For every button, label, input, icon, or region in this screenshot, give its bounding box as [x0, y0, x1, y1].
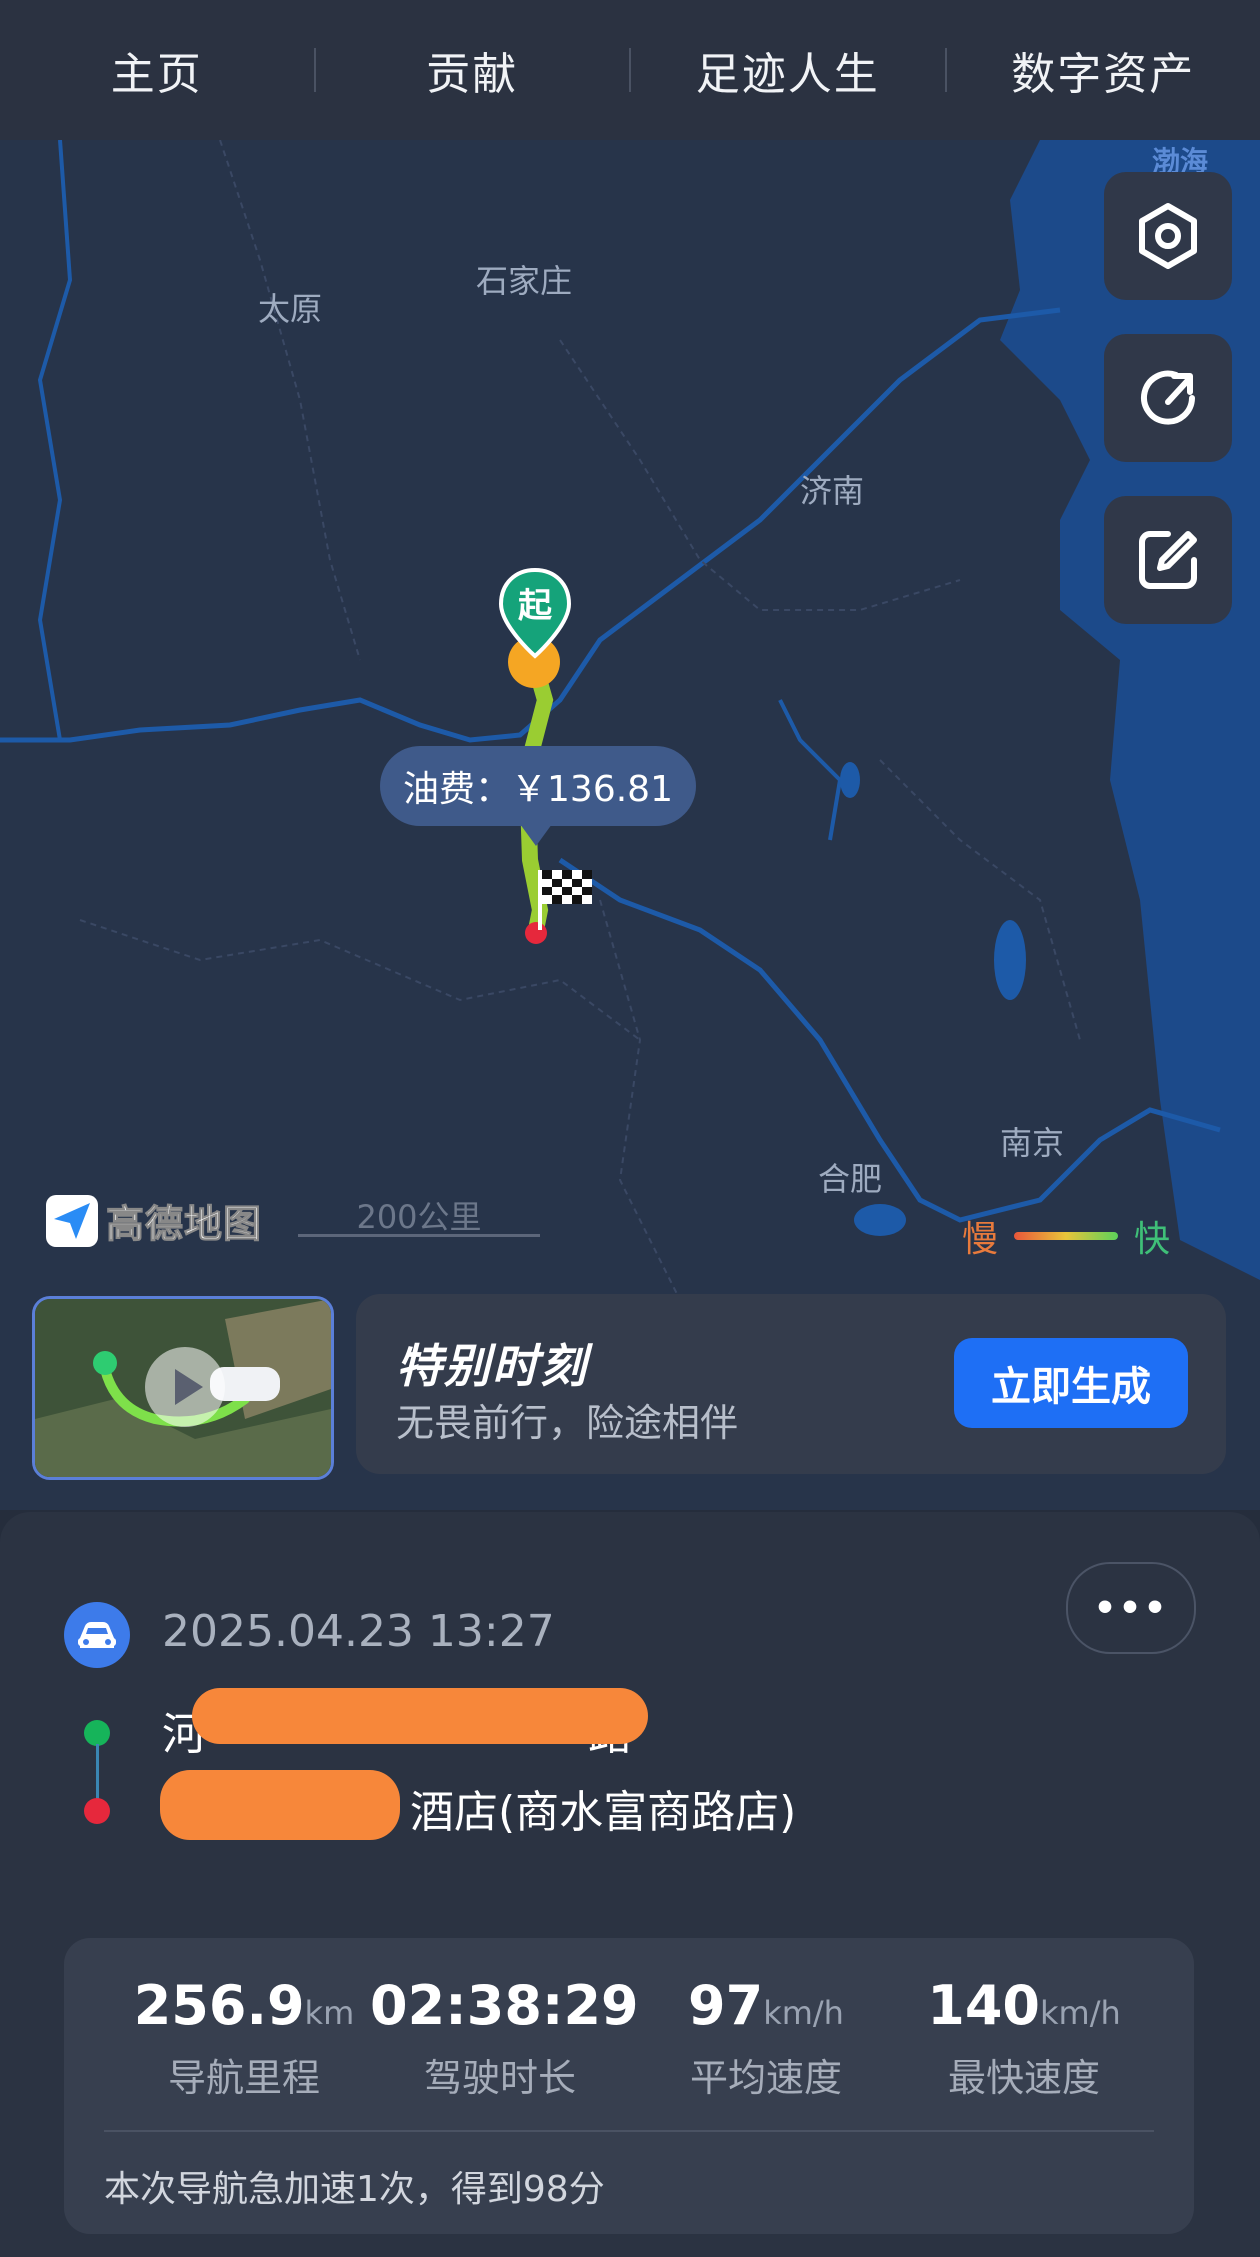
- edit-icon: [1139, 531, 1197, 589]
- stat-max-speed-label: 最快速度: [947, 2056, 1100, 2100]
- video-thumbnail-image: [35, 1299, 331, 1477]
- legend-gradient: [1014, 1232, 1119, 1240]
- trip-card: 2025.04.23 13:27 ••• 河路 酒店(商水富商路店) 256.9…: [0, 1512, 1260, 2257]
- video-thumbnail[interactable]: [32, 1296, 334, 1480]
- start-marker: 起: [498, 567, 572, 660]
- stat-distance-unit: km: [304, 1994, 355, 2032]
- redaction-mark: [192, 1688, 648, 1744]
- legend-slow: 慢: [962, 1219, 999, 1260]
- end-dot-icon: [84, 1798, 110, 1824]
- stat-distance-value: 256.9: [133, 1974, 305, 2037]
- speed-legend: 慢 快: [962, 1210, 1170, 1262]
- edit-button[interactable]: [1104, 496, 1232, 624]
- redaction-mark: [160, 1770, 400, 1840]
- generate-now-button[interactable]: 立即生成: [954, 1338, 1188, 1428]
- route-connector: [96, 1744, 99, 1800]
- share-button[interactable]: [1104, 334, 1232, 462]
- stat-duration-label: 驾驶时长: [423, 2056, 576, 2100]
- legend-fast: 快: [1134, 1219, 1171, 1260]
- promo-title: 特别时刻: [396, 1339, 588, 1393]
- more-options-button[interactable]: •••: [1066, 1562, 1196, 1654]
- amap-logo-text: 高德地图: [105, 1202, 263, 1247]
- tab-home[interactable]: 主页: [0, 38, 314, 102]
- tab-footprint[interactable]: 足迹人生: [631, 38, 945, 102]
- settings-button[interactable]: [1104, 172, 1232, 300]
- stat-distance: 256.9km 导航里程: [114, 1974, 374, 2102]
- city-label-hefei: 合肥: [818, 1160, 883, 1198]
- settings-hex-icon: [1139, 203, 1197, 269]
- stat-avg-speed-unit: km/h: [763, 1994, 844, 2032]
- start-dot-icon: [84, 1720, 110, 1746]
- city-label-nanjing: 南京: [1000, 1124, 1065, 1162]
- stat-avg-speed-label: 平均速度: [689, 2056, 842, 2100]
- stat-duration: 02:38:29 驾驶时长: [370, 1974, 639, 2102]
- top-navigation: 主页 贡献 足迹人生 数字资产: [0, 0, 1260, 140]
- car-icon: [64, 1602, 130, 1668]
- driving-score-note: 本次导航急加速1次，得到98分: [104, 2169, 605, 2210]
- trip-datetime: 2025.04.23 13:27: [162, 1606, 555, 1657]
- city-label-taiyuan: 太原: [258, 290, 323, 328]
- city-label-shijiazhuang: 石家庄: [476, 262, 573, 300]
- trip-stats-panel: 256.9km 导航里程 02:38:29 驾驶时长 97km/h 平均速度 1…: [64, 1938, 1194, 2234]
- stat-max-speed-value: 140: [927, 1974, 1040, 2037]
- stat-max-speed-unit: km/h: [1039, 1994, 1121, 2032]
- share-icon: [1141, 370, 1195, 425]
- special-moment-banner: 特别时刻 无畏前行，险途相伴 立即生成: [356, 1294, 1226, 1474]
- promo-subtitle: 无畏前行，险途相伴: [396, 1401, 739, 1445]
- stat-distance-label: 导航里程: [167, 2056, 320, 2100]
- stat-avg-speed-value: 97: [688, 1974, 764, 2037]
- tab-digital-assets[interactable]: 数字资产: [947, 38, 1260, 102]
- stat-avg-speed: 97km/h 平均速度: [636, 1974, 896, 2102]
- fuel-cost-bubble: 油费：￥136.81: [380, 746, 696, 846]
- tab-contribution[interactable]: 贡献: [316, 38, 630, 102]
- stats-divider: [104, 2130, 1154, 2132]
- stat-max-speed: 140km/h 最快速度: [894, 1974, 1154, 2102]
- amap-logo: 高德地图: [46, 1193, 262, 1248]
- stat-duration-value: 02:38:29: [370, 1974, 639, 2037]
- amap-logo-icon: [46, 1194, 98, 1247]
- start-marker-label: 起: [518, 586, 552, 626]
- map-scale: 200公里: [298, 1192, 540, 1237]
- city-label-jinan: 济南: [800, 472, 865, 510]
